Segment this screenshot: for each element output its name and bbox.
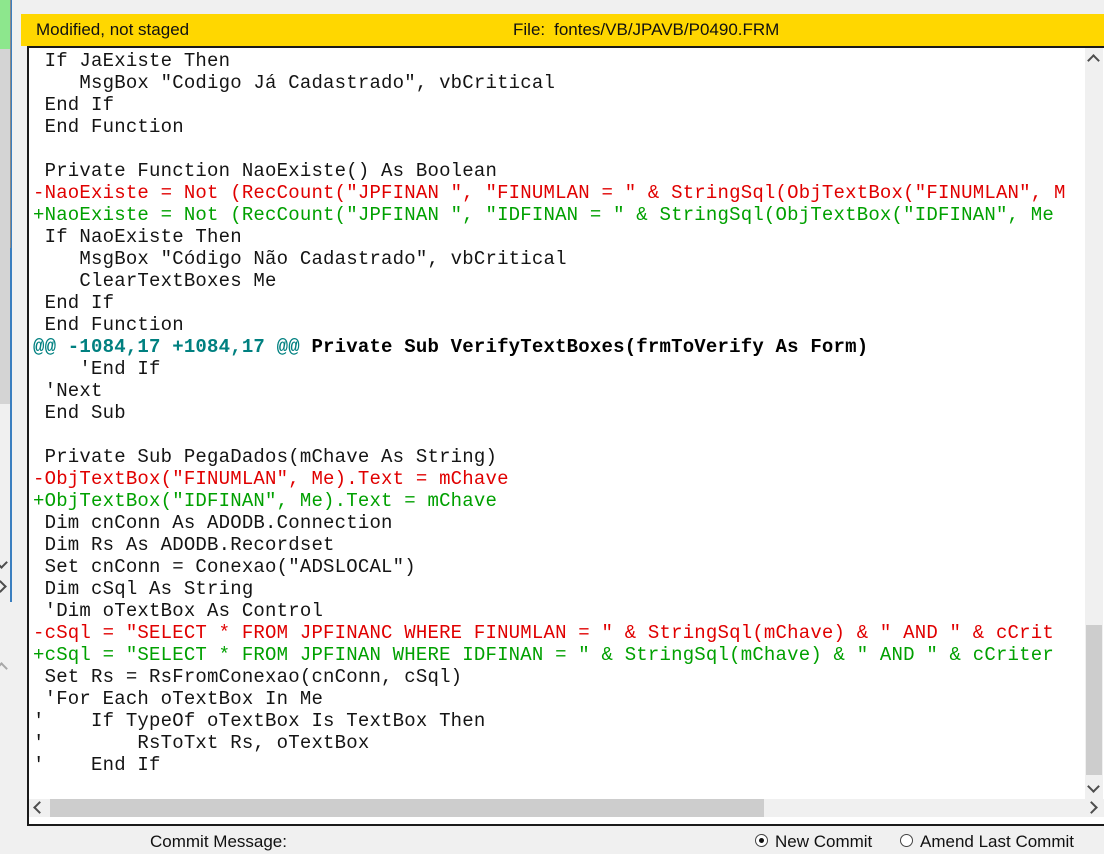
- diff-line[interactable]: @@ -1084,17 +1084,17 @@ Private Sub Veri…: [33, 336, 1085, 358]
- diff-line[interactable]: ' End If: [33, 754, 1085, 776]
- diff-header: Modified, not staged File: fontes/VB/JPAV…: [21, 14, 1104, 46]
- file-status-label: Modified, not staged: [36, 20, 190, 39]
- diff-line[interactable]: [33, 424, 1085, 446]
- scroll-right-icon[interactable]: [1085, 801, 1098, 814]
- diff-line[interactable]: Set Rs = RsFromConexao(cnConn, cSql): [33, 666, 1085, 688]
- diff-line[interactable]: 'Dim oTextBox As Control: [33, 600, 1085, 622]
- staged-panel-border: [10, 0, 11, 248]
- diff-line[interactable]: ' RsToTxt Rs, oTextBox: [33, 732, 1085, 754]
- diff-line[interactable]: -NaoExiste = Not (RecCount("JPFINAN ", "…: [33, 182, 1085, 204]
- diff-viewer: If JaExiste Then MsgBox "Codigo Já Cadas…: [27, 46, 1104, 826]
- scroll-down-icon[interactable]: [0, 556, 8, 569]
- diff-line[interactable]: [33, 138, 1085, 160]
- scroll-up-icon[interactable]: [0, 662, 8, 675]
- diff-line[interactable]: ClearTextBoxes Me: [33, 270, 1085, 292]
- file-path-label: File: fontes/VB/JPAVB/P0490.FRM: [513, 20, 779, 40]
- diff-line[interactable]: End If: [33, 292, 1085, 314]
- diff-line[interactable]: ' If TypeOf oTextBox Is TextBox Then: [33, 710, 1085, 732]
- amend-last-commit-radio-label[interactable]: Amend Last Commit: [920, 832, 1074, 852]
- unstaged-list-scrollbar-thumb[interactable]: [0, 0, 10, 404]
- diff-line[interactable]: Set cnConn = Conexao("ADSLOCAL"): [33, 556, 1085, 578]
- diff-line[interactable]: Dim cnConn As ADODB.Connection: [33, 512, 1085, 534]
- diff-vertical-scrollbar[interactable]: [1085, 48, 1103, 799]
- diff-text-area[interactable]: If JaExiste Then MsgBox "Codigo Já Cadas…: [29, 48, 1085, 799]
- diff-line[interactable]: Dim Rs As ADODB.Recordset: [33, 534, 1085, 556]
- diff-line[interactable]: End Function: [33, 314, 1085, 336]
- vertical-scrollbar-thumb[interactable]: [1086, 625, 1102, 775]
- commit-message-label: Commit Message:: [150, 832, 287, 851]
- diff-line[interactable]: 'For Each oTextBox In Me: [33, 688, 1085, 710]
- diff-line[interactable]: 'End If: [33, 358, 1085, 380]
- diff-line[interactable]: If NaoExiste Then: [33, 226, 1085, 248]
- scroll-up-icon[interactable]: [1087, 54, 1100, 67]
- scroll-left-icon[interactable]: [33, 801, 46, 814]
- diff-line[interactable]: -cSql = "SELECT * FROM JPFINANC WHERE FI…: [33, 622, 1085, 644]
- file-path: fontes/VB/JPAVB/P0490.FRM: [554, 20, 780, 39]
- diff-line[interactable]: 'Next: [33, 380, 1085, 402]
- diff-line[interactable]: End If: [33, 94, 1085, 116]
- file-label: File:: [513, 20, 546, 39]
- diff-horizontal-scrollbar[interactable]: [29, 799, 1104, 817]
- new-commit-radio-label[interactable]: New Commit: [775, 832, 872, 852]
- commit-area: Commit Message: New Commit Amend Last Co…: [0, 826, 1104, 854]
- staged-file-icon[interactable]: [0, 0, 10, 49]
- new-commit-radio[interactable]: [755, 834, 768, 847]
- scroll-right-icon[interactable]: [0, 580, 7, 593]
- amend-last-commit-radio[interactable]: [900, 834, 913, 847]
- diff-line[interactable]: End Function: [33, 116, 1085, 138]
- diff-line[interactable]: Dim cSql As String: [33, 578, 1085, 600]
- diff-line[interactable]: MsgBox "Código Não Cadastrado", vbCritic…: [33, 248, 1085, 270]
- diff-line[interactable]: -ObjTextBox("FINUMLAN", Me).Text = mChav…: [33, 468, 1085, 490]
- diff-line[interactable]: MsgBox "Codigo Já Cadastrado", vbCritica…: [33, 72, 1085, 94]
- diff-line[interactable]: +cSql = "SELECT * FROM JPFINAN WHERE IDF…: [33, 644, 1085, 666]
- scroll-down-icon[interactable]: [1087, 780, 1100, 793]
- diff-line[interactable]: If JaExiste Then: [33, 50, 1085, 72]
- diff-line[interactable]: Private Sub PegaDados(mChave As String): [33, 446, 1085, 468]
- diff-line[interactable]: End Sub: [33, 402, 1085, 424]
- diff-line[interactable]: +NaoExiste = Not (RecCount("JPFINAN ", "…: [33, 204, 1085, 226]
- diff-line[interactable]: Private Function NaoExiste() As Boolean: [33, 160, 1085, 182]
- diff-line[interactable]: +ObjTextBox("IDFINAN", Me).Text = mChave: [33, 490, 1085, 512]
- horizontal-scrollbar-thumb[interactable]: [50, 799, 764, 817]
